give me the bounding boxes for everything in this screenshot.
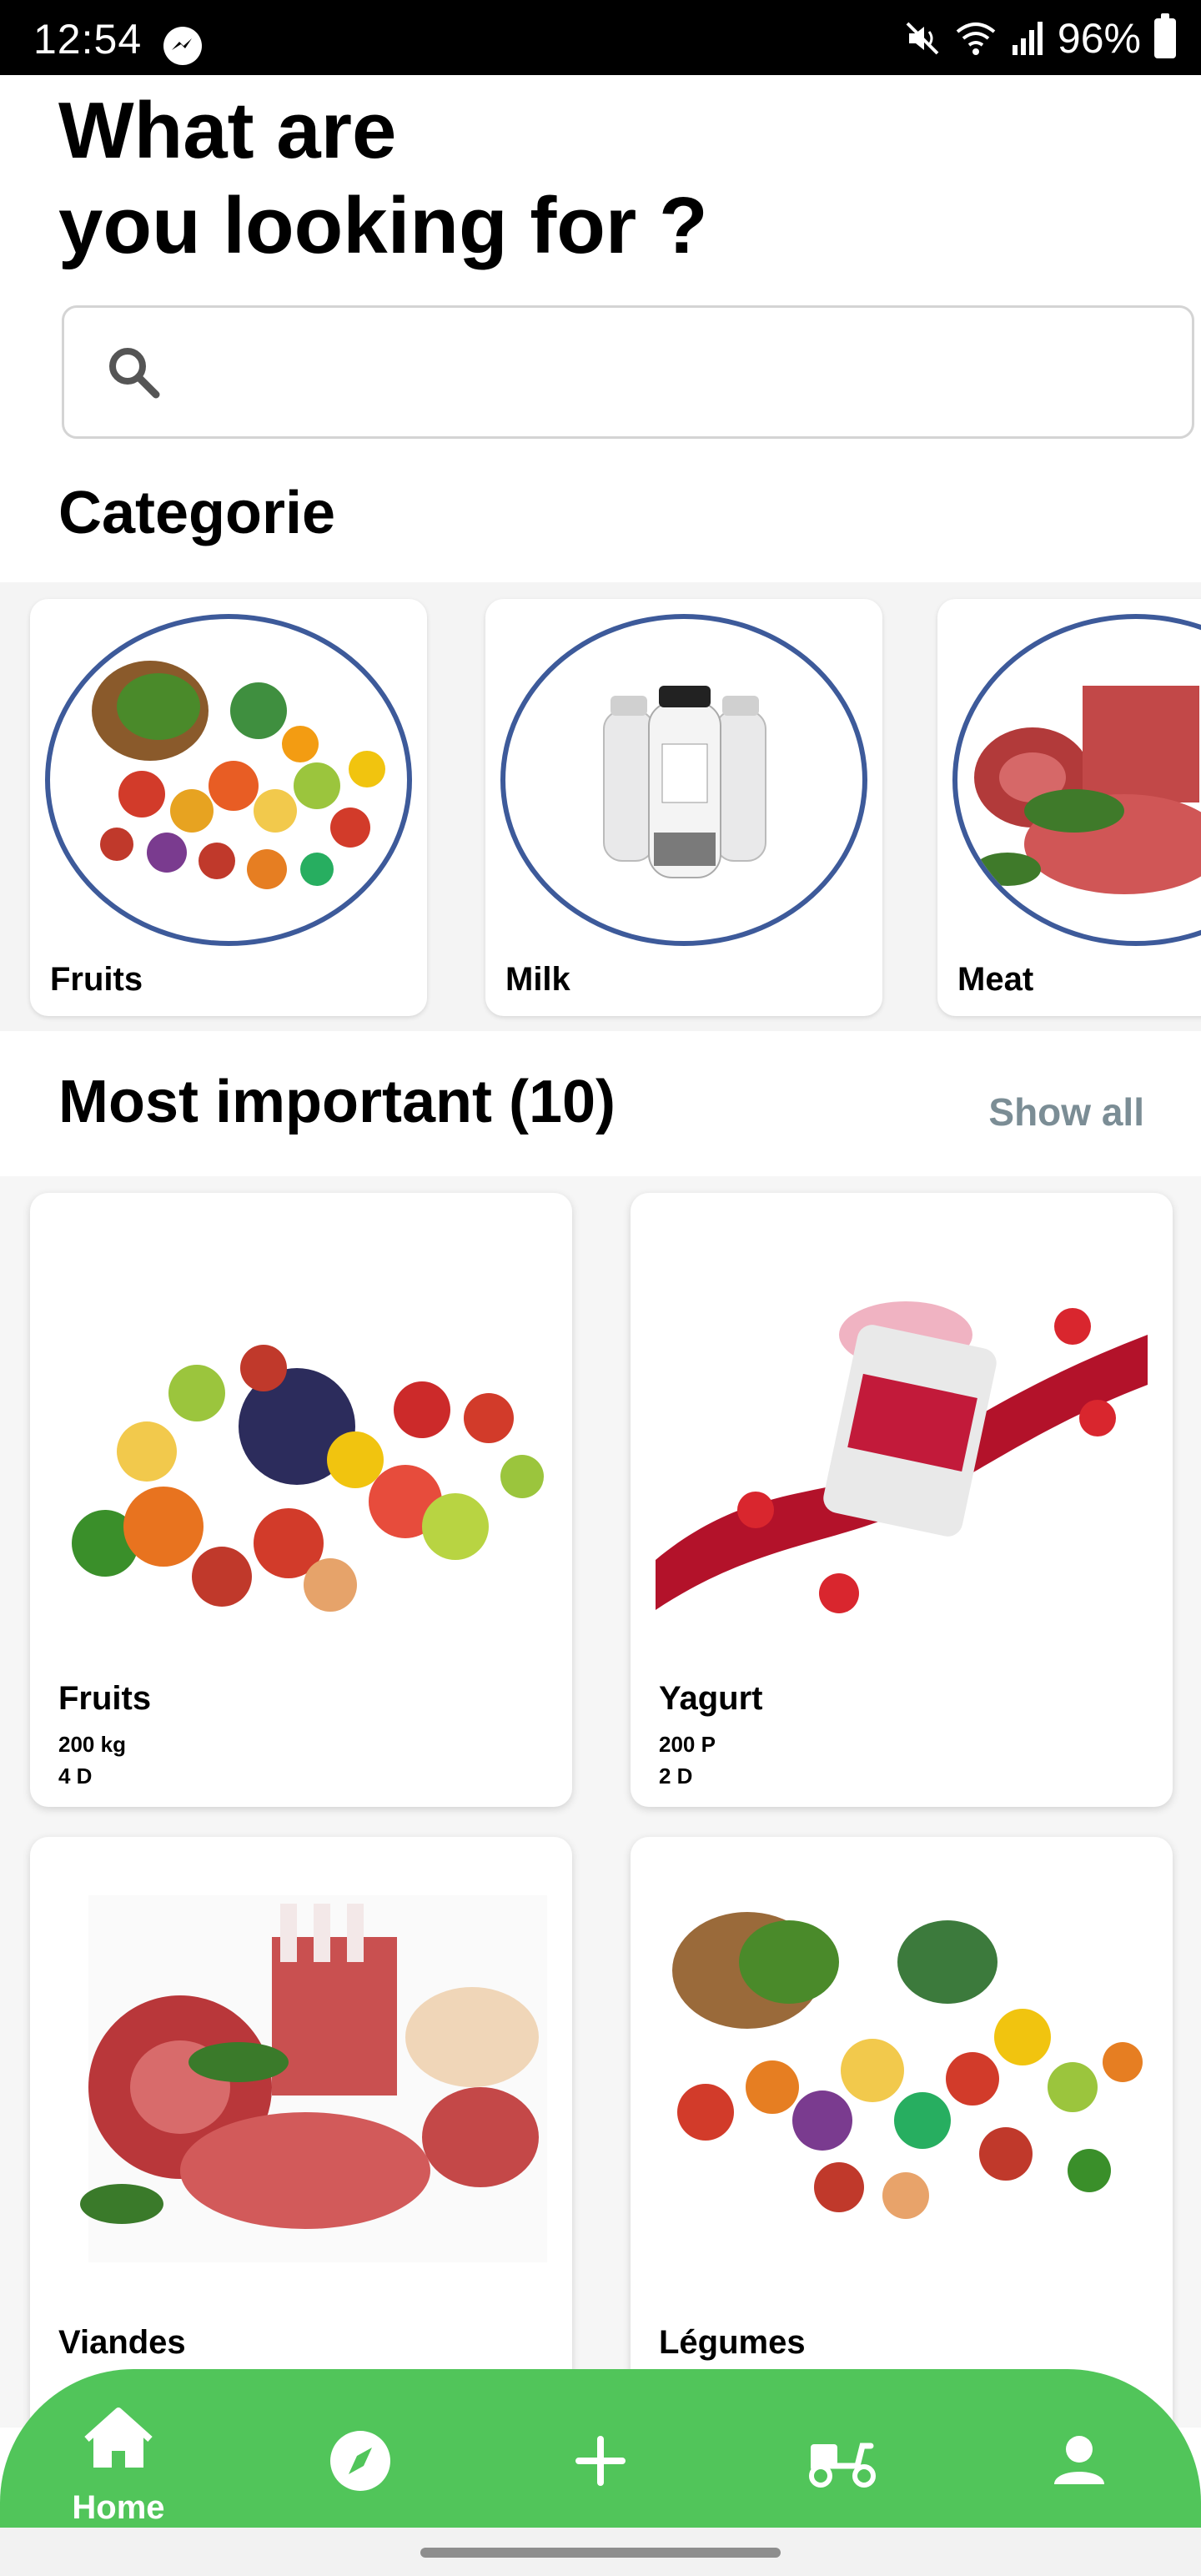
app-screen: 12:54 96% What are you looking for ? Cat…: [0, 0, 1201, 2576]
product-card-yagurt[interactable]: Yagurt 200 P 2 D: [631, 1193, 1173, 1807]
delivery-scooter-icon: [809, 2443, 876, 2488]
search-input[interactable]: [181, 333, 1165, 413]
milk-bottles-image: [500, 614, 867, 946]
nav-home-label: Home: [72, 2489, 165, 2526]
product-name: Yagurt: [659, 1680, 763, 1717]
product-name: Fruits: [58, 1680, 152, 1717]
messenger-icon: [163, 27, 202, 65]
plus-icon: [575, 2436, 626, 2486]
category-card-milk[interactable]: Milk: [485, 599, 882, 1016]
status-time: 12:54: [33, 16, 143, 63]
profile-icon: [1054, 2436, 1104, 2484]
mute-icon: [906, 22, 939, 55]
nav-home[interactable]: Home: [68, 2402, 168, 2526]
page-title-line-1: What are: [58, 86, 397, 175]
yogurt-image: [656, 1301, 1148, 1613]
fruits-image: [72, 1345, 544, 1612]
product-grid: Fruits 200 kg 4 D Yagurt 200 P 2 D Viand…: [0, 1176, 1201, 2471]
product-name: Viandes: [58, 2324, 186, 2361]
category-label: Fruits: [50, 961, 143, 998]
meat-image: [952, 614, 1201, 946]
product-quantity: 200 P: [659, 1732, 716, 1757]
most-important-title: Most important (10): [58, 1069, 616, 1135]
fruit-basket-image: [45, 614, 412, 946]
nav-delivery[interactable]: [791, 2402, 891, 2503]
category-card-meat[interactable]: Meat: [937, 599, 1201, 1016]
battery-percent: 96%: [1057, 15, 1141, 62]
compass-icon: [330, 2431, 390, 2491]
home-indicator[interactable]: [420, 2548, 781, 2558]
product-quantity: 200 kg: [58, 1732, 126, 1757]
product-price: 4 D: [58, 1763, 93, 1789]
meat-image: [80, 1895, 547, 2262]
battery-icon: [1154, 13, 1176, 58]
home-icon: [84, 2407, 153, 2468]
nav-profile[interactable]: [1029, 2402, 1129, 2503]
category-carousel[interactable]: Fruits Milk Meat: [0, 582, 1201, 1031]
status-icons: 96%: [904, 13, 1176, 63]
signal-icon: [1012, 22, 1043, 55]
page-title: What are you looking for ?: [58, 83, 708, 274]
product-card-fruits[interactable]: Fruits 200 kg 4 D: [30, 1193, 572, 1807]
search-icon: [109, 348, 160, 399]
page-title-line-2: you looking for ?: [58, 181, 708, 270]
nav-explore[interactable]: [310, 2402, 410, 2503]
category-label: Milk: [505, 961, 570, 998]
category-card-fruits[interactable]: Fruits: [30, 599, 427, 1016]
wifi-icon: [956, 23, 996, 55]
show-all-link[interactable]: Show all: [988, 1089, 1144, 1135]
categories-title: Categorie: [58, 480, 336, 546]
category-label: Meat: [957, 961, 1034, 998]
search-bar[interactable]: [62, 305, 1194, 439]
vegetables-image: [672, 1912, 1143, 2219]
bottom-navigation: Home: [0, 2369, 1201, 2528]
status-bar: 12:54 96%: [0, 0, 1201, 75]
product-name: Légumes: [659, 2324, 806, 2361]
product-price: 2 D: [659, 1763, 693, 1789]
nav-add[interactable]: [550, 2402, 651, 2503]
